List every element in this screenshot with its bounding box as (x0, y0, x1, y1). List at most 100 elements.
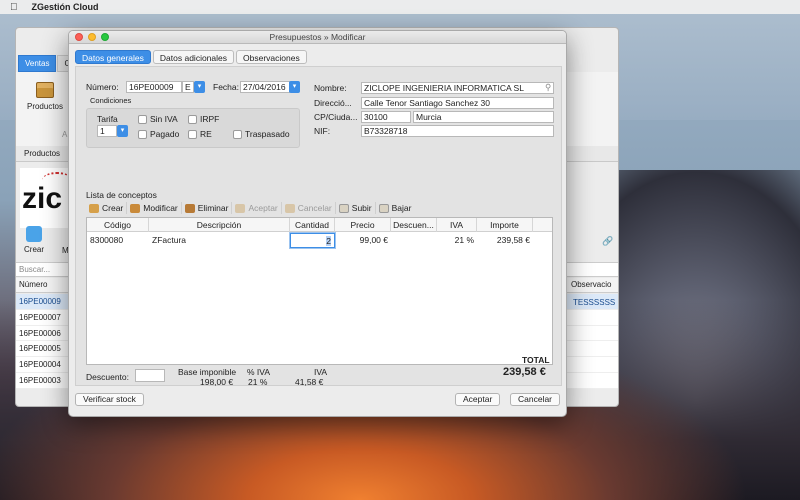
fecha-field[interactable]: 27/04/2016 (240, 81, 290, 93)
sin-iva-checkbox[interactable] (138, 115, 147, 124)
direccion-label: Direcció... (314, 98, 352, 108)
iva-label: IVA (314, 367, 328, 377)
link-icon[interactable]: 🔗 (602, 236, 613, 247)
list-header-observaciones[interactable]: Observacio (571, 280, 611, 289)
iva-value: 41,58 € (295, 377, 324, 387)
cancelar-concepto-button[interactable]: Cancelar (282, 202, 336, 214)
modificar-concepto-button[interactable]: Modificar (127, 202, 182, 214)
lista-conceptos-label: Lista de conceptos (86, 190, 157, 200)
crear-concepto-button[interactable]: Crear (86, 202, 128, 214)
bajar-label: Bajar (391, 203, 412, 213)
pct-iva-value: 21 % (248, 377, 268, 387)
search-icon[interactable]: ⚲ (545, 82, 551, 93)
logo-text: zic (22, 182, 63, 215)
cell-descuento (391, 233, 437, 248)
apple-icon[interactable]:  (10, 2, 18, 13)
tarifa-label: Tarifa (97, 114, 118, 124)
nif-field[interactable]: B73328718 (361, 125, 554, 137)
box-accept-icon (235, 203, 246, 213)
traspasado-label: Traspasado (245, 129, 290, 139)
bajar-button[interactable]: Bajar (376, 202, 415, 214)
ribbon-group-label: A (62, 130, 68, 139)
eliminar-label: Eliminar (197, 203, 229, 213)
ciudad-field[interactable]: Murcia (413, 111, 554, 123)
irpf-label: IRPF (200, 114, 220, 124)
cell-cantidad-input[interactable]: 2 (290, 233, 335, 248)
cell-precio: 99,00 € (359, 235, 388, 245)
descuento-field[interactable] (135, 369, 165, 382)
tab-observaciones[interactable]: Observaciones (236, 50, 307, 64)
box-add-icon (89, 203, 99, 213)
cell-codigo: 8300080 (90, 235, 124, 245)
cell-iva: 21 % (454, 235, 474, 245)
title-bar: Presupuestos » Modificar (69, 31, 566, 44)
descuento-label: Descuento: (86, 372, 129, 382)
pagado-label: Pagado (150, 129, 180, 139)
col-cantidad[interactable]: Cantidad (290, 218, 335, 232)
serie-field[interactable]: E (182, 81, 194, 93)
tab-ventas[interactable]: Ventas (18, 55, 57, 72)
subir-button[interactable]: Subir (336, 202, 376, 214)
numero-field[interactable]: 16PE00009 (126, 81, 182, 93)
nombre-label: Nombre: (314, 83, 347, 93)
cantidad-value: 2 (326, 236, 331, 246)
col-codigo[interactable]: Código (87, 218, 149, 232)
numero-label: Número: (86, 82, 119, 92)
box-icon (36, 82, 54, 98)
table-header: Código Descripción Cantidad Precio Descu… (87, 218, 552, 232)
col-iva[interactable]: IVA (437, 218, 477, 232)
nombre-field[interactable]: ZICLOPE INGENIERIA INFORMATICA SL (361, 82, 554, 94)
cancelar-label: Cancelar (297, 203, 332, 213)
productos-label: Productos (26, 102, 64, 111)
pagado-checkbox[interactable] (138, 130, 147, 139)
cp-field[interactable]: 30100 (361, 111, 411, 123)
app-name[interactable]: ZGestión Cloud (32, 2, 99, 12)
condiciones-label: Condiciones (90, 96, 132, 105)
aceptar-label: Aceptar (248, 203, 278, 213)
tab-datos-generales[interactable]: Datos generales (75, 50, 151, 64)
direccion-field[interactable]: Calle Tenor Santiago Sanchez 30 (361, 97, 554, 109)
eliminar-concepto-button[interactable]: Eliminar (182, 202, 233, 214)
minimize-icon[interactable] (88, 33, 96, 41)
crear-button[interactable]: Crear (24, 226, 44, 254)
cell-importe: 239,58 € (496, 235, 530, 245)
aceptar-concepto-button[interactable]: Aceptar (232, 202, 282, 214)
cancelar-button[interactable]: Cancelar (510, 393, 561, 406)
col-precio[interactable]: Precio (335, 218, 391, 232)
fecha-label: Fecha: (213, 82, 239, 92)
observacion-value: TESSSSSS (573, 298, 616, 307)
menu-bar:  ZGestión Cloud (0, 0, 800, 14)
productos-button[interactable]: Productos (24, 82, 66, 111)
datos-generales-panel: Número: 16PE00009 E ▾ Fecha: 27/04/2016 … (75, 66, 562, 387)
re-checkbox[interactable] (188, 130, 197, 139)
zoom-icon[interactable] (101, 33, 109, 41)
sin-iva-label: Sin IVA (150, 114, 178, 124)
tab-datos-adicionales[interactable]: Datos adicionales (152, 50, 235, 64)
tarifa-field[interactable]: 1 (97, 125, 117, 137)
nif-label: NIF: (314, 126, 331, 136)
dialog-title: Presupuestos » Modificar (269, 32, 366, 42)
table-row[interactable]: 8300080 ZFactura 2 99,00 € 21 % 239,58 € (87, 233, 552, 248)
re-label: RE (200, 129, 212, 139)
conceptos-toolbar: Crear Modificar Eliminar Aceptar Cancela… (86, 202, 414, 214)
box-edit-icon (130, 203, 141, 213)
col-descuento[interactable]: Descuen... (391, 218, 437, 232)
fecha-dropdown-icon[interactable]: ▾ (289, 81, 300, 93)
dialog-tabs: Datos generales Datos adicionales Observ… (75, 50, 307, 64)
close-icon[interactable] (75, 33, 83, 41)
ziclope-logo: zic (20, 168, 74, 228)
col-importe[interactable]: Importe (477, 218, 533, 232)
traspasado-checkbox[interactable] (233, 130, 242, 139)
pct-iva-label: % IVA (247, 367, 270, 377)
condiciones-group: Tarifa 1 ▾ Sin IVA IRPF Pagado RE Traspa… (86, 108, 300, 148)
verificar-stock-button[interactable]: Verificar stock (75, 393, 144, 406)
box-delete-icon (184, 203, 195, 213)
tarifa-dropdown-icon[interactable]: ▾ (117, 125, 128, 137)
col-descripcion[interactable]: Descripción (149, 218, 290, 232)
serie-dropdown-icon[interactable]: ▾ (194, 81, 205, 93)
aceptar-button[interactable]: Aceptar (455, 393, 501, 406)
crear-label: Crear (24, 245, 45, 254)
total-label: TOTAL (522, 355, 550, 365)
irpf-checkbox[interactable] (188, 115, 197, 124)
base-imponible-value: 198,00 € (200, 377, 234, 387)
